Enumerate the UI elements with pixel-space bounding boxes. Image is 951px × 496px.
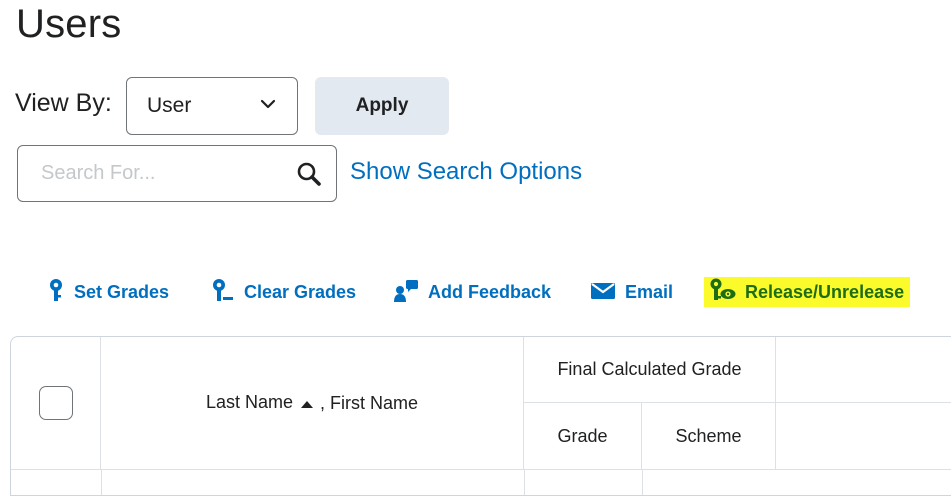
final-calculated-grade-header: Final Calculated Grade [524,337,776,403]
next-column-header [776,337,951,403]
name-column-header: Last Name, First Name [101,337,524,469]
set-grades-label: Set Grades [74,281,170,302]
page-title: Users [16,2,122,46]
search-icon[interactable] [294,159,324,189]
add-feedback-label: Add Feedback [428,281,552,302]
view-by-selected-value: User [147,94,192,117]
release-unrelease-label: Release/Unrelease [745,281,905,302]
search-input[interactable] [39,161,294,186]
view-by-select[interactable]: User [126,77,298,135]
row-divider-2 [524,469,525,495]
scheme-subheader: Scheme [642,403,776,469]
sort-ascending-icon [300,393,314,414]
clear-grades-label: Clear Grades [244,281,357,302]
release-unrelease-button[interactable]: Release/Unrelease [704,277,911,307]
header-divider [11,469,951,470]
row-divider-1 [101,469,102,495]
next-subheader [776,403,951,469]
clear-grades-button[interactable]: Clear Grades [211,276,356,308]
name-separator: , [320,392,331,413]
email-button[interactable]: Email [590,276,673,308]
release-unrelease-icon [708,278,736,307]
row-divider-3 [642,469,643,495]
apply-button[interactable]: Apply [315,77,449,135]
toolbar: Set Grades Clear Grades Add Feedback Ema… [0,276,951,308]
grades-table: Last Name, First Name Final Calculated G… [10,336,951,496]
view-by-label: View By: [15,89,112,117]
grade-subheader: Grade [524,403,642,469]
show-search-options-link[interactable]: Show Search Options [350,158,582,186]
set-grades-icon [47,278,65,307]
select-all-cell [11,337,101,469]
search-box [17,145,337,202]
chevron-down-icon [259,95,277,118]
add-feedback-button[interactable]: Add Feedback [393,276,551,308]
last-name-sort-link[interactable]: Last Name [206,392,320,414]
add-feedback-icon [393,278,419,307]
email-label: Email [625,281,674,302]
select-all-checkbox[interactable] [38,386,73,420]
set-grades-button[interactable]: Set Grades [47,276,169,308]
first-name-sort-link[interactable]: First Name [330,393,418,414]
email-icon [590,280,616,305]
clear-grades-icon [211,278,235,307]
